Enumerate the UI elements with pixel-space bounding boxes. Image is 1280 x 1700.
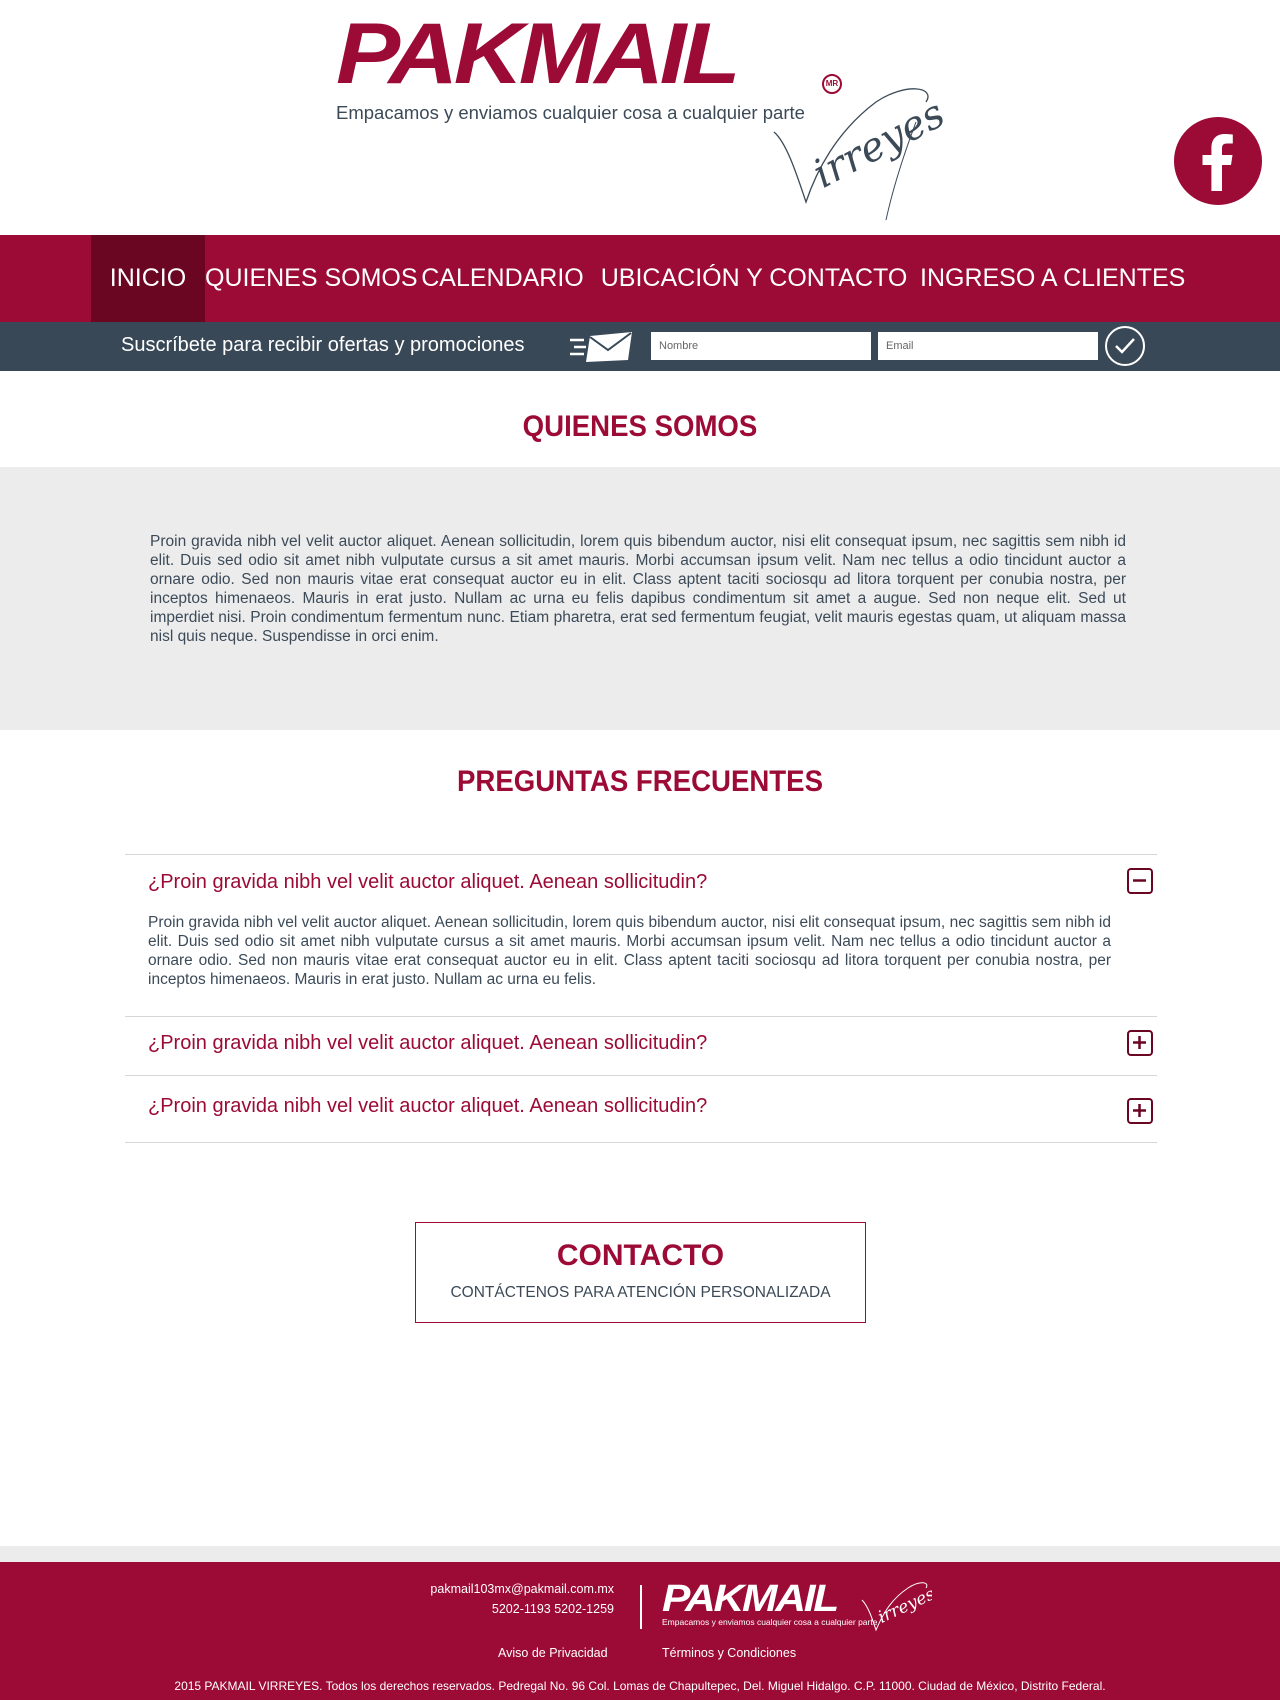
site-footer: pakmail103mx@pakmail.com.mx 5202-1193 52… [0,1562,1280,1700]
nav-item-calendario[interactable]: CALENDARIO [415,235,590,322]
plus-square-icon [1133,1104,1146,1117]
faq-divider [125,1016,1157,1017]
envelope-icon [570,332,632,362]
subscribe-name-input[interactable] [651,332,871,360]
contact-box[interactable]: CONTACTO CONTÁCTENOS PARA ATENCIÓN PERSO… [415,1222,866,1323]
virreyes-script-logo: irreyes [773,88,946,221]
footer-divider [640,1585,642,1629]
faq-title: PREGUNTAS FRECUENTES [457,765,823,798]
facebook-icon [1202,134,1233,191]
check-icon [1115,338,1135,354]
nav-item-quienes-somos[interactable]: QUIENES SOMOS [205,235,418,322]
faq-question-2[interactable]: ¿Proin gravida nibh vel velit auctor ali… [148,1032,707,1055]
faq-toggle-1[interactable] [1127,868,1153,894]
faq-question-1[interactable]: ¿Proin gravida nibh vel velit auctor ali… [148,871,707,894]
minus-square-icon [1133,879,1146,882]
contact-title: CONTACTO [556,1239,725,1272]
about-title: QUIENES SOMOS [522,410,758,443]
main-navigation: INICIO QUIENES SOMOS CALENDARIO UBICACIÓ… [0,235,1280,322]
nav-item-inicio[interactable]: INICIO [91,235,205,322]
contact-subtitle: CONTÁCTENOS PARA ATENCIÓN PERSONALIZADA [450,1284,831,1301]
nav-item-ubicacion-contacto[interactable]: UBICACIÓN Y CONTACTO [598,235,910,322]
footer-phones: 5202-1193 5202-1259 [491,1602,614,1616]
footer-terms-link[interactable]: Términos y Condiciones [662,1646,796,1660]
faq-answer-1: Proin gravida nibh vel velit auctor aliq… [148,914,1111,988]
plus-square-icon [1133,1036,1146,1049]
about-body: Proin gravida nibh vel velit auctor aliq… [150,533,1126,645]
faq-divider [125,854,1157,855]
faq-question-3[interactable]: ¿Proin gravida nibh vel velit auctor ali… [148,1095,707,1118]
logo-wordmark: PAKMAIL [336,6,741,102]
site-header: PAKMAIL MR Empacamos y enviamos cualquie… [0,0,1280,235]
footer-copyright: 2015 PAKMAIL VIRREYES. Todos los derecho… [174,1679,1106,1693]
subscribe-submit-button[interactable] [1105,326,1145,366]
faq-toggle-3[interactable] [1127,1098,1153,1124]
svg-text:irreyes: irreyes [806,91,946,198]
subscribe-text: Suscríbete para recibir ofertas y promoc… [121,334,525,356]
footer-logo: PAKMAIL Empacamos y enviamos cualquier c… [662,1580,932,1638]
footer-virreyes-script: irreyes [861,1582,932,1632]
footer-logo-tagline: Empacamos y enviamos cualquier cosa a cu… [662,1617,878,1627]
subscribe-email-input[interactable] [878,332,1098,360]
footer-logo-wordmark: PAKMAIL [662,1578,839,1620]
facebook-button[interactable] [1174,117,1262,205]
footer-top-strip [0,1546,1280,1562]
logo-tagline: Empacamos y enviamos cualquier cosa a cu… [336,102,805,123]
nav-item-ingreso-clientes[interactable]: INGRESO A CLIENTES [920,235,1185,322]
faq-divider [125,1142,1157,1143]
footer-email[interactable]: pakmail103mx@pakmail.com.mx [430,1582,614,1596]
faq-toggle-2[interactable] [1127,1030,1153,1056]
about-section: Proin gravida nibh vel velit auctor aliq… [0,467,1280,730]
subscribe-bar: Suscríbete para recibir ofertas y promoc… [0,322,1280,371]
footer-privacy-link[interactable]: Aviso de Privacidad [498,1646,608,1660]
pakmail-logo[interactable]: PAKMAIL MR Empacamos y enviamos cualquie… [336,6,956,221]
faq-divider [125,1075,1157,1076]
